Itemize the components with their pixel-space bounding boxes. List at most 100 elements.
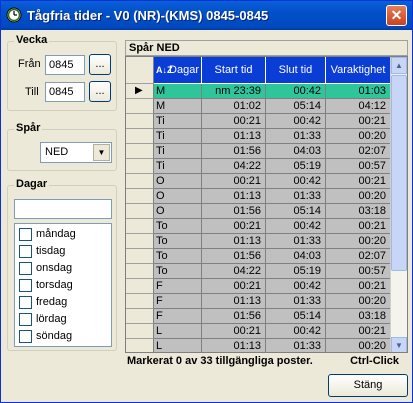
cell-start[interactable]: 01:56 [202,144,266,159]
cell-dag[interactable]: Ti [154,129,202,144]
cell-dag[interactable]: Ti [154,159,202,174]
cell-start[interactable]: 01:56 [202,309,266,324]
dagar-filter-input[interactable] [14,199,112,219]
cell-dag[interactable]: O [154,174,202,189]
row-selector[interactable] [126,114,154,129]
cell-varaktighet[interactable]: 04:12 [326,99,391,114]
cell-start[interactable]: 00:21 [202,219,266,234]
cell-slut[interactable]: 01:33 [266,189,326,204]
checkbox-icon[interactable] [19,313,32,326]
cell-start[interactable]: 00:21 [202,279,266,294]
row-selector[interactable] [126,159,154,174]
cell-slut[interactable]: 00:42 [266,174,326,189]
cell-varaktighet[interactable]: 00:57 [326,264,391,279]
cell-dag[interactable]: To [154,219,202,234]
row-selector[interactable] [126,144,154,159]
cell-slut[interactable]: 05:19 [266,264,326,279]
cell-dag[interactable]: L [154,339,202,352]
cell-varaktighet[interactable]: 00:57 [326,159,391,174]
cell-varaktighet[interactable]: 00:21 [326,174,391,189]
cell-slut[interactable]: 05:14 [266,204,326,219]
checkbox-icon[interactable] [19,228,32,241]
cell-start[interactable]: 01:13 [202,129,266,144]
cell-slut[interactable]: 04:03 [266,249,326,264]
cell-varaktighet[interactable]: 00:20 [326,189,391,204]
cell-slut[interactable]: 01:33 [266,294,326,309]
cell-slut[interactable]: 00:42 [266,219,326,234]
column-header-slut[interactable]: Slut tid [266,57,326,84]
day-checkbox-item[interactable]: torsdag [19,278,109,294]
cell-dag[interactable]: Ti [154,144,202,159]
checkbox-icon[interactable] [19,279,32,292]
cell-varaktighet[interactable]: 00:20 [326,129,391,144]
cell-varaktighet[interactable]: 03:18 [326,204,391,219]
cell-varaktighet[interactable]: 03:18 [326,309,391,324]
cell-varaktighet[interactable]: 00:20 [326,234,391,249]
cell-dag[interactable]: To [154,264,202,279]
checkbox-icon[interactable] [19,296,32,309]
cell-start[interactable]: 01:02 [202,99,266,114]
cell-dag[interactable]: Ti [154,114,202,129]
cell-varaktighet[interactable]: 00:21 [326,219,391,234]
fran-week-input[interactable] [45,55,85,75]
cell-slut[interactable]: 01:33 [266,234,326,249]
cell-slut[interactable]: 00:42 [266,279,326,294]
checkbox-icon[interactable] [19,245,32,258]
cell-slut[interactable]: 05:19 [266,159,326,174]
day-checkbox-item[interactable]: söndag [19,329,109,345]
row-selector[interactable] [126,129,154,144]
cell-dag[interactable]: F [154,279,202,294]
scroll-down-icon[interactable]: ▼ [391,337,407,352]
row-selector[interactable] [126,219,154,234]
column-header-varaktighet[interactable]: Varaktighet [326,57,391,84]
checkbox-icon[interactable] [19,330,32,343]
cell-slut[interactable]: 00:42 [266,114,326,129]
cell-start[interactable]: 00:21 [202,324,266,339]
cell-varaktighet[interactable]: 00:21 [326,114,391,129]
row-selector[interactable] [126,294,154,309]
column-header-start[interactable]: Start tid [202,57,266,84]
cell-start[interactable]: 01:13 [202,234,266,249]
day-checkbox-item[interactable]: måndag [19,227,109,243]
cell-dag[interactable]: F [154,294,202,309]
close-window-button[interactable]: ✕ [386,5,407,26]
row-selector[interactable] [126,279,154,294]
row-selector[interactable] [126,264,154,279]
row-selector[interactable] [126,309,154,324]
title-bar[interactable]: Tågfria tider - V0 (NR)-(KMS) 0845-0845 … [1,1,412,30]
scroll-up-icon[interactable]: ▲ [391,57,407,74]
cell-dag[interactable]: O [154,204,202,219]
cell-varaktighet[interactable]: 00:21 [326,279,391,294]
till-week-input[interactable] [45,82,85,102]
cell-slut[interactable]: 05:14 [266,99,326,114]
cell-varaktighet[interactable]: 00:21 [326,324,391,339]
cell-start[interactable]: 04:22 [202,159,266,174]
cell-slut[interactable]: 00:42 [266,324,326,339]
day-checkbox-item[interactable]: tisdag [19,244,109,260]
cell-slut[interactable]: 01:33 [266,129,326,144]
cell-start[interactable]: 01:13 [202,189,266,204]
row-selector[interactable] [126,324,154,339]
cell-start[interactable]: 04:22 [202,264,266,279]
cell-dag[interactable]: To [154,234,202,249]
cell-varaktighet[interactable]: 02:07 [326,249,391,264]
row-selector[interactable] [126,189,154,204]
cell-dag[interactable]: F [154,309,202,324]
cell-start[interactable]: 00:21 [202,174,266,189]
till-browse-button[interactable]: ... [89,81,111,102]
row-selector[interactable] [126,249,154,264]
cell-start[interactable]: 01:13 [202,294,266,309]
scroll-thumb[interactable] [391,75,407,271]
cell-slut[interactable]: 04:03 [266,144,326,159]
day-checkbox-item[interactable]: fredag [19,295,109,311]
spar-select[interactable]: NED ▼ [40,142,112,163]
cell-varaktighet[interactable]: 00:20 [326,339,391,352]
cell-start[interactable]: 01:56 [202,204,266,219]
cell-varaktighet[interactable]: 02:07 [326,144,391,159]
stang-button[interactable]: Stäng [328,374,408,397]
cell-slut[interactable]: 00:42 [266,84,326,99]
row-selector[interactable] [126,174,154,189]
cell-varaktighet[interactable]: 00:20 [326,294,391,309]
row-selector[interactable] [126,204,154,219]
cell-start[interactable]: 01:56 [202,249,266,264]
